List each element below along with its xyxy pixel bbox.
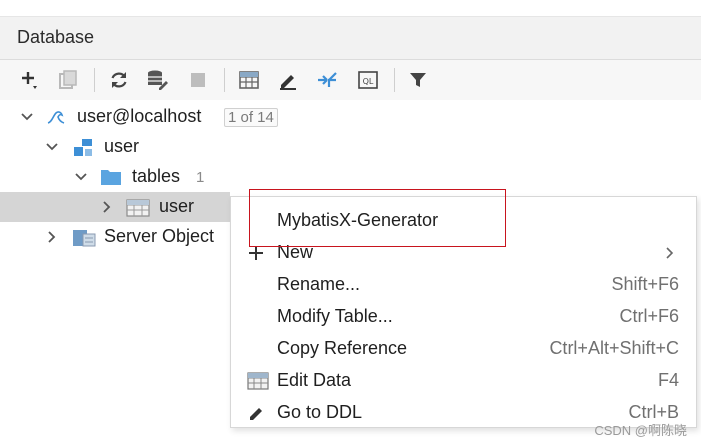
server-objects-icon	[73, 230, 96, 247]
chevron-down-icon[interactable]	[20, 110, 34, 124]
mysql-icon	[47, 111, 65, 124]
schema-count-badge[interactable]: 1 of 14	[224, 108, 278, 127]
menu-item-shortcut: Shift+F6	[611, 274, 679, 294]
edit-icon[interactable]	[274, 66, 302, 94]
chevron-right-icon[interactable]	[45, 230, 59, 244]
chevron-down-icon[interactable]	[45, 140, 59, 154]
stop-icon[interactable]	[184, 66, 212, 94]
filter-icon[interactable]	[404, 66, 432, 94]
toolbar: QL	[0, 60, 701, 100]
tables-count: 1	[196, 169, 205, 186]
highlight-annotation-box	[249, 189, 506, 247]
folder-icon	[101, 170, 121, 185]
tool-window-title: Database	[17, 27, 95, 47]
menu-item-shortcut: F4	[657, 370, 679, 390]
table-icon	[126, 199, 150, 217]
connection-label: user@localhost	[77, 106, 202, 126]
schema-label: user	[104, 136, 140, 156]
db-properties-icon[interactable]	[143, 66, 171, 94]
tree-row-connection[interactable]: user@localhost 1 of 14	[0, 102, 701, 132]
watermark: CSDN @啊陈晓	[594, 423, 687, 438]
add-icon[interactable]	[16, 66, 44, 94]
menu-item-label: Copy Reference	[277, 338, 408, 358]
menu-item-label: Edit Data	[277, 370, 352, 390]
toolbar-separator	[394, 68, 395, 92]
chevron-down-icon[interactable]	[74, 170, 88, 184]
menu-item-edit-data[interactable]: Edit Data F4	[231, 365, 696, 397]
menu-item-shortcut: Ctrl+Alt+Shift+C	[549, 338, 679, 358]
menu-item-copy-reference[interactable]: Copy Reference Ctrl+Alt+Shift+C	[231, 333, 696, 365]
chevron-right-icon	[666, 247, 674, 259]
chevron-right-icon[interactable]	[100, 200, 114, 214]
tree-row-server-objects[interactable]: Server Object	[0, 222, 230, 252]
edit-icon	[250, 408, 262, 420]
console-icon[interactable]: QL	[354, 66, 382, 94]
table-label: user	[159, 196, 195, 216]
toolbar-separator	[224, 68, 225, 92]
menu-item-modify-table[interactable]: Modify Table... Ctrl+F6	[231, 301, 696, 333]
menu-item-label: Go to DDL	[277, 402, 363, 422]
menu-item-shortcut: Ctrl+F6	[619, 306, 679, 326]
table-icon	[247, 372, 269, 390]
toolbar-separator	[94, 68, 95, 92]
tables-label: tables	[132, 166, 181, 186]
jump-icon[interactable]	[313, 66, 341, 94]
duplicate-icon[interactable]	[54, 66, 82, 94]
tree-row-table-user[interactable]: user	[0, 192, 230, 222]
tree-row-schema[interactable]: user	[0, 132, 701, 162]
menu-item-label: Modify Table...	[277, 306, 393, 326]
refresh-icon[interactable]	[105, 66, 133, 94]
tool-window-header: Database	[0, 17, 701, 60]
tree-row-tables[interactable]: tables 1	[0, 162, 701, 192]
menu-item-label: Rename...	[277, 274, 361, 294]
top-strip	[0, 0, 701, 17]
svg-text:QL: QL	[363, 77, 374, 86]
schema-icon	[74, 139, 92, 156]
menu-item-rename[interactable]: Rename... Shift+F6	[231, 269, 696, 301]
server-objects-label: Server Object	[104, 226, 215, 246]
table-view-icon[interactable]	[235, 66, 263, 94]
